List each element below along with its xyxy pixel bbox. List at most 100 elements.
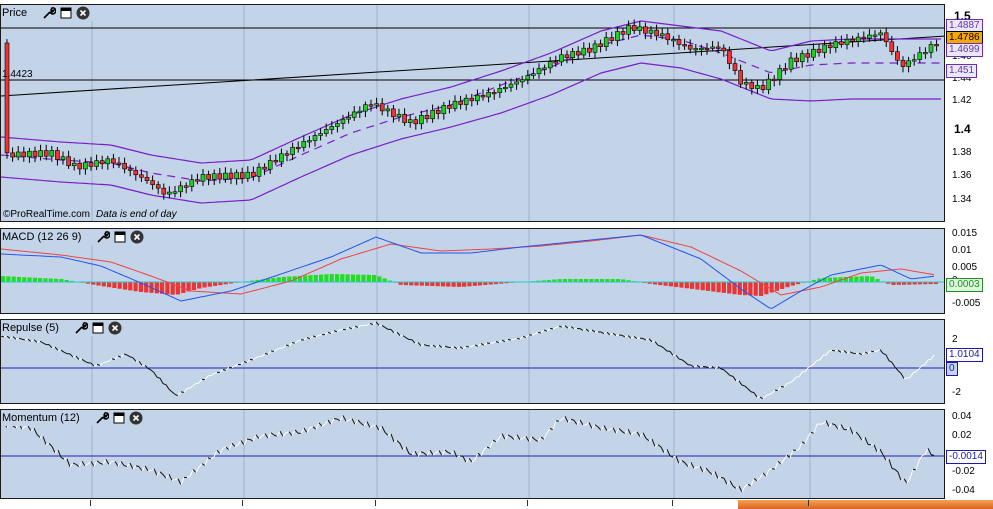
- momentum-segment: [120, 461, 125, 466]
- repulse-segment: [330, 330, 335, 335]
- macd-histogram-bar: [409, 282, 414, 286]
- macd-histogram-bar: [43, 278, 48, 282]
- repulse-segment: [30, 339, 35, 343]
- momentum-segment: [897, 471, 902, 481]
- wrench-icon[interactable]: [42, 6, 57, 20]
- price-panel[interactable]: Price 1.4423 ©ProRealTime.com Data is end…: [0, 4, 945, 222]
- repulse-segment: [693, 364, 698, 368]
- repulse-segment: [501, 339, 506, 343]
- candle: [844, 39, 850, 45]
- momentum-segment: [519, 437, 524, 441]
- window-icon[interactable]: [113, 230, 127, 244]
- momentum-panel[interactable]: Momentum (12): [0, 409, 945, 499]
- repulse-segment: [741, 384, 746, 387]
- candle: [687, 44, 693, 50]
- candle: [290, 146, 295, 155]
- repulse-segment: [684, 361, 689, 366]
- candle: [738, 70, 743, 85]
- candle: [878, 32, 883, 36]
- window-icon[interactable]: [91, 321, 105, 335]
- momentum-segment: [606, 428, 611, 432]
- repulse-segment: [846, 351, 851, 354]
- macd-histogram-bar: [197, 282, 202, 289]
- close-icon[interactable]: [130, 230, 144, 244]
- close-icon[interactable]: [76, 6, 90, 20]
- candle: [648, 29, 654, 34]
- candle: [491, 92, 497, 95]
- momentum-segment: [306, 427, 311, 433]
- momentum-segment: [258, 435, 263, 440]
- candle: [749, 82, 755, 89]
- repulse-segment: [888, 360, 893, 363]
- candle: [682, 44, 687, 47]
- wrench-icon[interactable]: [74, 321, 88, 335]
- price-axis-tick: 1.36: [952, 170, 972, 181]
- momentum-segment: [804, 436, 809, 444]
- repulse-segment: [9, 336, 14, 339]
- wrench-icon[interactable]: [96, 230, 111, 244]
- momentum-segment: [276, 430, 281, 437]
- support-level-label: 1.4423: [2, 69, 33, 80]
- repulse-panel[interactable]: Repulse (5): [0, 319, 945, 404]
- repulse-segment: [309, 335, 314, 340]
- macd-histogram-bar: [319, 274, 324, 282]
- candle: [475, 94, 480, 102]
- repulse-segment: [675, 354, 680, 360]
- momentum-segment: [42, 436, 47, 445]
- candle: [357, 110, 363, 113]
- candle: [21, 151, 27, 158]
- repulse-segment: [744, 385, 749, 390]
- repulse-value-label: 0: [946, 362, 958, 376]
- candle: [189, 179, 195, 187]
- repulse-segment: [177, 391, 182, 397]
- momentum-segment: [918, 455, 923, 461]
- candle: [867, 34, 872, 39]
- momentum-segment: [273, 434, 278, 437]
- price-chart[interactable]: [1, 5, 945, 222]
- macd-panel-header: MACD (12 26 9): [1, 229, 148, 245]
- momentum-segment: [96, 460, 101, 464]
- momentum-segment: [594, 424, 599, 428]
- window-icon[interactable]: [112, 411, 126, 425]
- repulse-segment: [921, 364, 926, 367]
- wrench-icon[interactable]: [95, 411, 109, 425]
- repulse-segment: [54, 346, 59, 351]
- repulse-segment: [84, 360, 89, 364]
- candle: [861, 36, 867, 39]
- candle: [872, 34, 878, 37]
- macd-histogram-bar: [1, 276, 6, 282]
- candle: [402, 113, 407, 123]
- momentum-segment: [303, 427, 308, 433]
- momentum-segment: [390, 433, 395, 443]
- repulse-segment: [900, 373, 905, 379]
- time-scrollbar-thumb[interactable]: [738, 500, 993, 509]
- macd-histogram-bar: [112, 282, 117, 288]
- candle: [251, 171, 256, 177]
- momentum-segment: [279, 430, 284, 437]
- panel-title: Momentum (12): [2, 412, 80, 424]
- momentum-segment: [924, 448, 929, 455]
- macd-histogram-bar: [38, 277, 43, 282]
- repulse-segment: [753, 392, 758, 398]
- candle: [329, 126, 335, 130]
- macd-histogram-bar: [207, 282, 212, 287]
- macd-panel[interactable]: MACD (12 26 9): [0, 228, 945, 314]
- repulse-segment: [828, 349, 833, 352]
- candle: [200, 174, 206, 182]
- repulse-chart[interactable]: [1, 320, 945, 404]
- momentum-segment: [546, 428, 551, 434]
- momentum-segment: [426, 449, 431, 456]
- window-icon[interactable]: [59, 6, 73, 20]
- momentum-segment: [105, 459, 110, 465]
- momentum-segment: [288, 431, 293, 437]
- close-icon[interactable]: [129, 411, 143, 425]
- macd-histogram-bar: [727, 282, 732, 294]
- momentum-segment: [180, 477, 185, 486]
- repulse-segment: [579, 328, 584, 331]
- candle: [676, 39, 682, 45]
- close-icon[interactable]: [108, 321, 122, 335]
- momentum-segment: [537, 436, 542, 442]
- repulse-segment: [366, 322, 371, 326]
- momentum-segment: [216, 450, 221, 454]
- macd-histogram-bar: [366, 274, 371, 282]
